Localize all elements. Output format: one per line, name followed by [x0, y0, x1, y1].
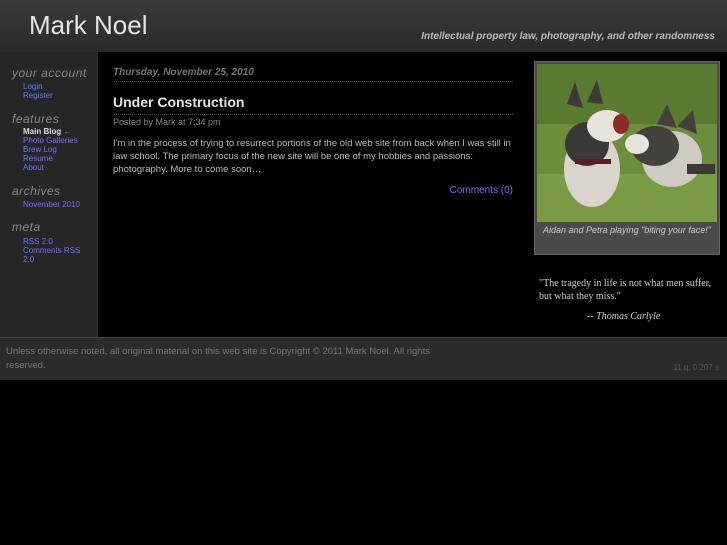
- about-link[interactable]: About: [23, 163, 44, 172]
- site-header: Mark Noel Intellectual property law, pho…: [0, 0, 727, 52]
- register-link[interactable]: Register: [23, 91, 53, 100]
- post-title[interactable]: Under Construction: [113, 94, 244, 110]
- sidebar-item-november-2010: November 2010: [23, 200, 80, 209]
- quote-text: "The tragedy in life is not what men suf…: [539, 278, 712, 302]
- resume-link[interactable]: Resume: [23, 154, 53, 163]
- post-date: Thursday, November 25, 2010: [113, 67, 513, 82]
- sidebar-item-resume: Resume: [23, 154, 78, 163]
- rss-link[interactable]: RSS 2.0: [23, 237, 53, 246]
- sidebar-heading-account: your account: [12, 66, 87, 80]
- site-title-link[interactable]: Mark Noel: [29, 10, 147, 41]
- photo-galleries-link[interactable]: Photo Galleries: [23, 136, 78, 145]
- sidebar-heading-meta: meta: [12, 220, 41, 234]
- post-body: I'm in the process of trying to resurrec…: [113, 138, 511, 175]
- main-blog-current: Main Blog: [23, 127, 62, 136]
- account-menu: Login Register: [23, 82, 53, 100]
- main-content: Thursday, November 25, 2010 Under Constr…: [98, 52, 525, 337]
- login-link[interactable]: Login: [23, 82, 43, 91]
- sidebar-heading-features: features: [12, 112, 60, 126]
- sidebar-item-register: Register: [23, 91, 53, 100]
- photo-caption: Aidan and Petra playing "biting your fac…: [543, 225, 711, 235]
- november-2010-link[interactable]: November 2010: [23, 200, 80, 209]
- huskies-photo[interactable]: [537, 64, 717, 222]
- sidebar: your account Login Register features Mai…: [0, 52, 98, 337]
- brew-log-link[interactable]: Brew Log: [23, 145, 57, 154]
- features-menu: Main Blog ← Photo Galleries Brew Log Res…: [23, 127, 78, 172]
- site-tagline: Intellectual property law, photography, …: [421, 31, 715, 42]
- archives-menu: November 2010: [23, 200, 80, 209]
- sidebar-item-about: About: [23, 163, 78, 172]
- sidebar-item-main-blog: Main Blog ←: [23, 127, 78, 136]
- comments-rss-link[interactable]: Comments: [23, 246, 62, 255]
- post-meta: Posted by Mark at 7:34 pm: [113, 114, 513, 127]
- meta-menu: RSS 2.0 Comments RSS 2.0: [23, 237, 93, 264]
- query-stats: 11 q, 0.207 s: [673, 363, 719, 372]
- sidebar-heading-archives: archives: [12, 184, 61, 198]
- site-footer: Unless otherwise noted, all original mat…: [0, 337, 727, 380]
- current-arrow-icon: ←: [63, 127, 72, 136]
- sidebar-item-login: Login: [23, 82, 53, 91]
- sidebar-item-brew-log: Brew Log: [23, 145, 78, 154]
- sidebar-item-rss: RSS 2.0: [23, 237, 93, 246]
- comments-link[interactable]: Comments (0): [450, 185, 513, 196]
- sidebar-item-photo-galleries: Photo Galleries: [23, 136, 78, 145]
- sidebar-item-comments-rss: Comments RSS 2.0: [23, 246, 93, 264]
- photo-widget: Aidan and Petra playing "biting your fac…: [534, 61, 720, 255]
- quote-author: -- Thomas Carlyle: [587, 311, 661, 322]
- copyright-notice: Unless otherwise noted, all original mat…: [6, 346, 430, 371]
